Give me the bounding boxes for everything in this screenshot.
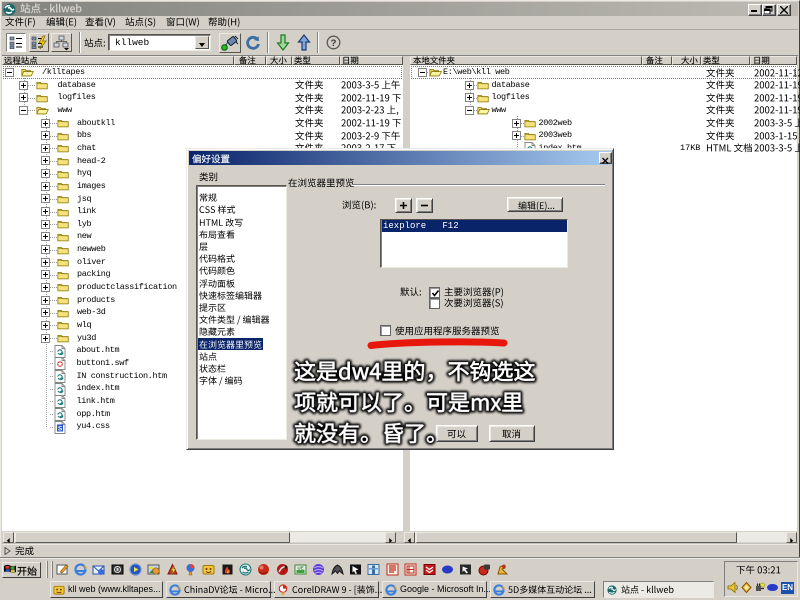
svg-text:UE: UE — [297, 566, 303, 571]
svg-text:S: S — [58, 425, 63, 432]
svg-text:?: ? — [331, 38, 337, 49]
